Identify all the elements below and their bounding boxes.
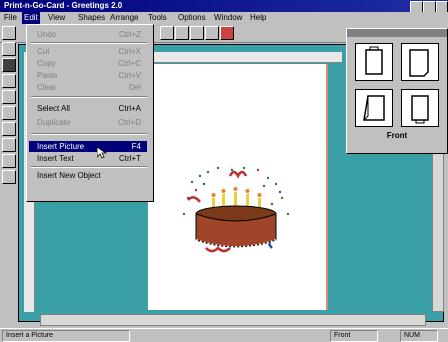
zoom-icon[interactable]: [190, 26, 204, 40]
streamer-left: [187, 196, 201, 203]
menu-window[interactable]: Window: [212, 12, 244, 24]
menu-item-copy[interactable]: Copy Ctrl+C: [37, 58, 147, 69]
page-view-panel: Front: [346, 28, 448, 154]
panel-titlebar: [347, 29, 447, 37]
select-tool-icon[interactable]: [2, 42, 16, 56]
menu-item-insert-text[interactable]: Insert Text Ctrl+T: [37, 153, 147, 164]
color-icon[interactable]: [220, 26, 234, 40]
menu-view[interactable]: View: [46, 12, 67, 24]
menu-tools[interactable]: Tools: [146, 12, 169, 24]
menu-edit[interactable]: Edit: [22, 12, 40, 24]
pointer-tool-icon[interactable]: [2, 106, 16, 120]
edit-menu: Undo Ctrl+Z Cut Ctrl+X Copy Ctrl+C Paste Ctr…: [26, 24, 154, 202]
menu-item-select-all[interactable]: Select All Ctrl+A: [37, 103, 147, 114]
vertical-scrollbar[interactable]: [432, 150, 444, 312]
tool-palette: [2, 42, 16, 212]
menu-item-clear[interactable]: Clear Del: [37, 82, 147, 93]
frame-icon[interactable]: [205, 26, 219, 40]
polygon-tool-icon[interactable]: [2, 170, 16, 184]
streamer-bottom: [205, 246, 231, 253]
menu-item-insert-new-object[interactable]: Insert New Object: [37, 170, 147, 181]
menu-options[interactable]: Options: [176, 12, 208, 24]
fold-inside-right-icon[interactable]: [401, 89, 439, 127]
title-bar: Print-n-Go-Card - Greetings 2.0: [0, 0, 448, 13]
menu-shapes[interactable]: Shapes: [76, 12, 107, 24]
horizontal-scrollbar[interactable]: [40, 314, 426, 326]
fill-tool-icon[interactable]: [2, 58, 16, 72]
ellipse-tool-icon[interactable]: [2, 154, 16, 168]
status-message: Insert a Picture: [2, 330, 130, 342]
menu-arrange[interactable]: Arrange: [108, 12, 140, 24]
fold-front-icon[interactable]: [355, 43, 393, 81]
line-tool-icon[interactable]: [2, 90, 16, 104]
menu-item-paste[interactable]: Paste Ctrl+V: [37, 70, 147, 81]
menu-item-duplicate[interactable]: Duplicate Ctrl+D: [37, 117, 147, 128]
print-icon[interactable]: [175, 26, 189, 40]
menu-item-insert-picture[interactable]: Insert Picture F4: [29, 141, 147, 152]
menu-bar: File Edit View Shapes Arrange Tools Opti…: [0, 12, 448, 24]
status-page: Front: [330, 330, 378, 342]
status-numlock: NUM: [400, 330, 438, 342]
mouse-cursor-icon: [97, 147, 107, 159]
window-title: Print-n-Go-Card - Greetings 2.0: [4, 1, 123, 10]
card-page[interactable]: [148, 64, 328, 310]
menu-separator: [31, 166, 147, 168]
pencil-tool-icon[interactable]: [2, 74, 16, 88]
menu-help[interactable]: Help: [248, 12, 268, 24]
menu-separator: [31, 96, 147, 98]
fold-inside-left-icon[interactable]: [355, 89, 393, 127]
status-bar: Insert a Picture Front NUM: [0, 328, 448, 342]
paste-icon[interactable]: [160, 26, 174, 40]
fold-back-icon[interactable]: [401, 43, 439, 81]
rectangle-tool-icon[interactable]: [2, 138, 16, 152]
menu-item-undo[interactable]: Undo Ctrl+Z: [37, 29, 147, 40]
menu-separator: [31, 42, 147, 44]
menu-file[interactable]: File: [2, 12, 19, 24]
menu-item-cut[interactable]: Cut Ctrl+X: [37, 46, 147, 57]
streamer-top: [228, 170, 248, 179]
text-tool-icon[interactable]: [2, 122, 16, 136]
panel-label: Front: [386, 131, 408, 140]
birthday-cake-image[interactable]: [148, 64, 326, 310]
menu-separator: [31, 133, 147, 135]
new-icon[interactable]: [2, 26, 16, 40]
